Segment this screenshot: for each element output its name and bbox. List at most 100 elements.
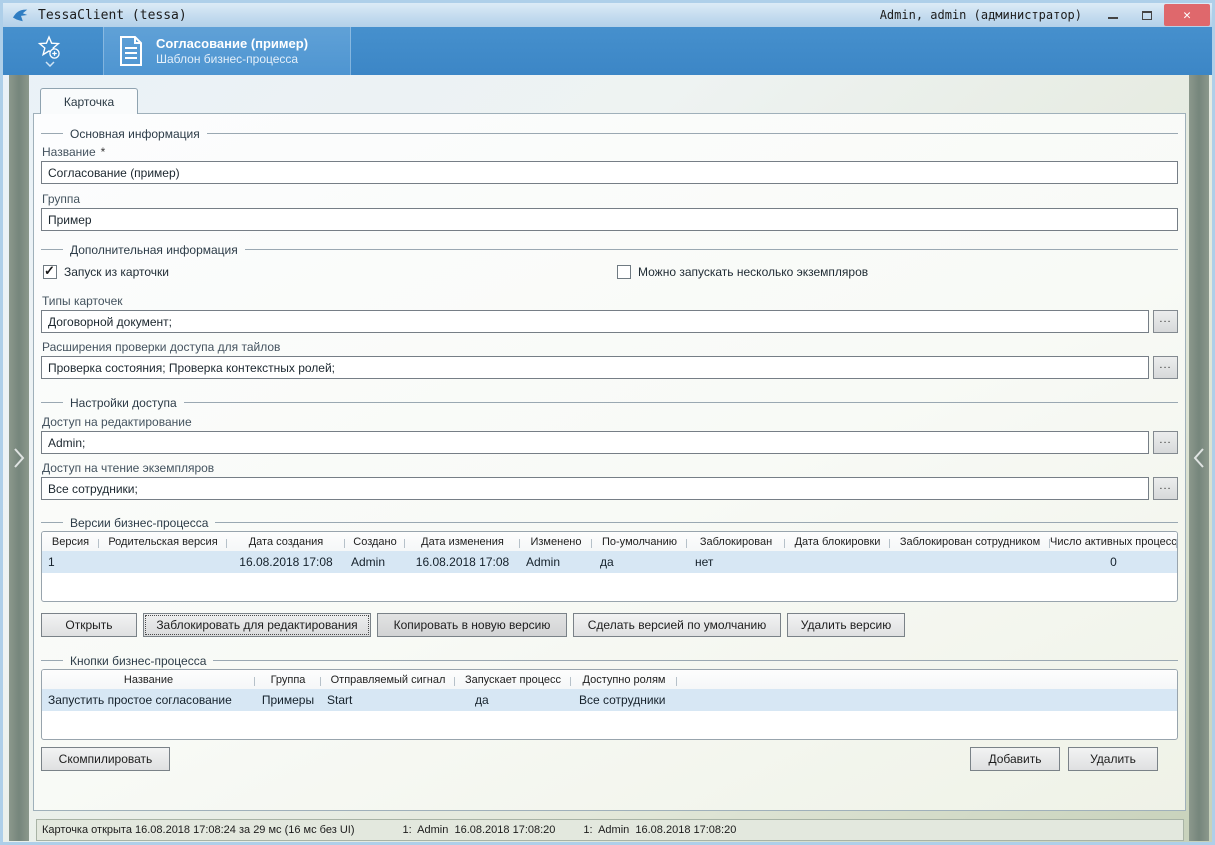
delete-button[interactable]: Удалить — [1068, 747, 1158, 771]
col-button-name[interactable]: Название — [42, 674, 255, 686]
minimize-button[interactable] — [1096, 5, 1130, 25]
edit-access-label: Доступ на редактирование — [42, 415, 1178, 429]
maximize-icon — [1142, 11, 1152, 20]
open-version-button[interactable]: Открыть — [41, 613, 137, 637]
section-process-buttons: Кнопки бизнес-процесса — [41, 653, 1178, 668]
status-modified-info: 1: Admin 16.08.2018 17:08:20 — [583, 824, 736, 836]
launch-from-card-checkbox[interactable]: ✓ Запуск из карточки — [43, 265, 169, 279]
group-input[interactable]: Пример — [41, 208, 1178, 231]
section-main-info-title: Основная информация — [70, 127, 200, 141]
status-created-info: 1: Admin 16.08.2018 17:08:20 — [403, 824, 556, 836]
section-versions-title: Версии бизнес-процесса — [70, 516, 208, 530]
ellipsis-icon: ... — [1159, 436, 1171, 444]
document-icon — [118, 35, 144, 67]
read-access-input[interactable]: Все сотрудники; — [41, 477, 1149, 500]
left-panel-splitter[interactable] — [9, 75, 29, 841]
section-additional-info-title: Дополнительная информация — [70, 243, 238, 257]
active-card-tab[interactable]: Согласование (пример) Шаблон бизнес-проц… — [103, 27, 351, 75]
name-label: Название* — [42, 145, 1178, 159]
tessa-logo-icon — [12, 7, 30, 23]
col-version[interactable]: Версия — [42, 536, 99, 548]
status-bar: Карточка открыта 16.08.2018 17:08:24 за … — [36, 819, 1184, 841]
col-modified-date[interactable]: Дата изменения — [405, 536, 520, 548]
compile-button[interactable]: Скомпилировать — [41, 747, 170, 771]
col-default[interactable]: По-умолчанию — [592, 536, 687, 548]
card-types-input[interactable]: Договорной документ; — [41, 310, 1149, 333]
delete-version-button[interactable]: Удалить версию — [787, 613, 905, 637]
right-panel-splitter[interactable] — [1189, 75, 1209, 841]
chevron-down-icon — [45, 61, 55, 67]
read-access-browse-button[interactable]: ... — [1153, 477, 1178, 500]
minimize-icon — [1108, 17, 1118, 19]
status-message: Карточка открыта 16.08.2018 17:08:24 за … — [42, 824, 355, 836]
close-button[interactable]: ✕ — [1164, 4, 1210, 26]
checkbox-box[interactable]: ✓ — [617, 265, 631, 279]
card-types-browse-button[interactable]: ... — [1153, 310, 1178, 333]
lock-for-edit-button[interactable]: Заблокировать для редактирования — [143, 613, 371, 637]
star-plus-icon — [37, 35, 63, 61]
add-favorite-button[interactable] — [17, 27, 83, 75]
process-buttons-table-row[interactable]: Запустить простое согласование Примеры S… — [42, 689, 1177, 711]
title-bar: TessaClient (tessa) Admin, admin (админи… — [3, 3, 1212, 27]
col-locked[interactable]: Заблокирован — [687, 536, 785, 548]
section-process-buttons-title: Кнопки бизнес-процесса — [70, 654, 206, 668]
col-starts-process[interactable]: Запускает процесс — [455, 674, 571, 686]
multiple-instances-checkbox[interactable]: ✓ Можно запускать несколько экземпляров — [617, 265, 868, 279]
tile-extensions-label: Расширения проверки доступа для тайлов — [42, 340, 1178, 354]
card-form-panel: Основная информация Название* Согласован… — [33, 113, 1186, 811]
version-actions: Открыть Заблокировать для редактирования… — [41, 613, 1178, 637]
col-created-by[interactable]: Создано — [345, 536, 405, 548]
copy-to-new-version-button[interactable]: Копировать в новую версию — [377, 613, 567, 637]
launch-from-card-label: Запуск из карточки — [64, 265, 169, 279]
edit-access-browse-button[interactable]: ... — [1153, 431, 1178, 454]
app-window: TessaClient (tessa) Admin, admin (админи… — [0, 0, 1215, 845]
col-parent-version[interactable]: Родительская версия — [99, 536, 227, 548]
ellipsis-icon: ... — [1159, 361, 1171, 369]
check-icon: ✓ — [44, 263, 55, 279]
card-subtitle: Шаблон бизнес-процесса — [156, 52, 308, 67]
chevron-right-icon — [13, 447, 25, 469]
ribbon: Согласование (пример) Шаблон бизнес-проц… — [3, 27, 1212, 75]
col-active-count[interactable]: Число активных процессов — [1050, 536, 1177, 548]
section-main-info: Основная информация — [41, 126, 1178, 141]
versions-table-header: Версия Родительская версия Дата создания… — [42, 532, 1177, 551]
section-versions: Версии бизнес-процесса — [41, 515, 1178, 530]
col-created-date[interactable]: Дата создания — [227, 536, 345, 548]
tile-extensions-input[interactable]: Проверка состояния; Проверка контекстных… — [41, 356, 1149, 379]
ellipsis-icon: ... — [1159, 482, 1171, 490]
col-modified-by[interactable]: Изменено — [520, 536, 592, 548]
versions-table: Версия Родительская версия Дата создания… — [41, 531, 1178, 602]
make-default-version-button[interactable]: Сделать версией по умолчанию — [573, 613, 781, 637]
col-available-roles[interactable]: Доступно ролям — [571, 674, 677, 686]
col-signal[interactable]: Отправляемый сигнал — [321, 674, 455, 686]
section-access: Настройки доступа — [41, 395, 1178, 410]
col-lock-date[interactable]: Дата блокировки — [785, 536, 890, 548]
process-buttons-table: Название Группа Отправляемый сигнал Запу… — [41, 669, 1178, 740]
versions-table-row[interactable]: 1 16.08.2018 17:08 Admin 16.08.2018 17:0… — [42, 551, 1177, 573]
card-types-label: Типы карточек — [42, 294, 1178, 308]
maximize-button[interactable] — [1130, 5, 1164, 25]
process-buttons-table-header: Название Группа Отправляемый сигнал Запу… — [42, 670, 1177, 689]
bottom-actions: Скомпилировать Добавить Удалить — [41, 747, 1178, 771]
card-title: Согласование (пример) — [156, 36, 308, 52]
tab-card-label: Карточка — [64, 95, 114, 109]
app-title: TessaClient (tessa) — [38, 8, 187, 23]
checkbox-box[interactable]: ✓ — [43, 265, 57, 279]
tab-card[interactable]: Карточка — [40, 88, 138, 114]
add-button[interactable]: Добавить — [970, 747, 1060, 771]
chevron-left-icon — [1193, 447, 1205, 469]
group-label: Группа — [42, 192, 1178, 206]
current-user: Admin, admin (администратор) — [880, 8, 1082, 22]
col-locked-by[interactable]: Заблокирован сотрудником — [890, 536, 1050, 548]
edit-access-input[interactable]: Admin; — [41, 431, 1149, 454]
section-access-title: Настройки доступа — [70, 396, 177, 410]
checkbox-row: ✓ Запуск из карточки ✓ Можно запускать н… — [43, 265, 1178, 282]
name-input[interactable]: Согласование (пример) — [41, 161, 1178, 184]
ellipsis-icon: ... — [1159, 315, 1171, 323]
tile-extensions-browse-button[interactable]: ... — [1153, 356, 1178, 379]
multiple-instances-label: Можно запускать несколько экземпляров — [638, 265, 868, 279]
section-additional-info: Дополнительная информация — [41, 242, 1178, 257]
required-asterisk: * — [101, 145, 106, 159]
close-icon: ✕ — [1183, 8, 1191, 23]
col-button-group[interactable]: Группа — [255, 674, 321, 686]
